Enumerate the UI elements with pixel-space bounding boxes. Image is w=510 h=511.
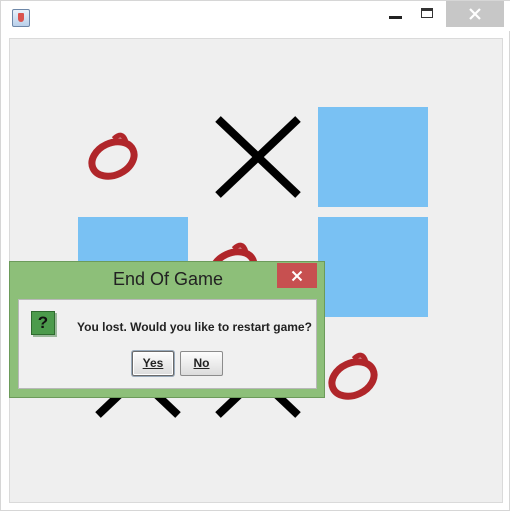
board-cell-0-0[interactable] bbox=[78, 107, 188, 207]
minimize-icon[interactable] bbox=[381, 1, 411, 27]
end-of-game-dialog: End Of Game ? You lost. Would you like t… bbox=[9, 261, 325, 398]
dialog-message: You lost. Would you like to restart game… bbox=[77, 320, 312, 334]
no-button[interactable]: No bbox=[180, 351, 223, 376]
question-icon: ? bbox=[31, 311, 55, 335]
java-cup-icon[interactable] bbox=[12, 9, 30, 27]
title-bar[interactable] bbox=[1, 1, 510, 31]
board-cell-2-2[interactable] bbox=[318, 327, 428, 427]
dialog-body: ? You lost. Would you like to restart ga… bbox=[18, 299, 317, 389]
yes-button[interactable]: Yes bbox=[132, 351, 174, 376]
dialog-close-icon[interactable] bbox=[277, 263, 317, 288]
maximize-icon[interactable] bbox=[413, 1, 443, 27]
o-mark-icon bbox=[328, 352, 378, 400]
question-glyph: ? bbox=[37, 313, 49, 332]
o-mark-icon bbox=[88, 132, 138, 180]
board-cell-0-2[interactable] bbox=[318, 107, 428, 207]
close-icon[interactable] bbox=[446, 1, 504, 27]
x-mark-icon bbox=[215, 116, 301, 198]
board-cell-1-2[interactable] bbox=[318, 217, 428, 317]
board-cell-0-1[interactable] bbox=[198, 107, 308, 207]
